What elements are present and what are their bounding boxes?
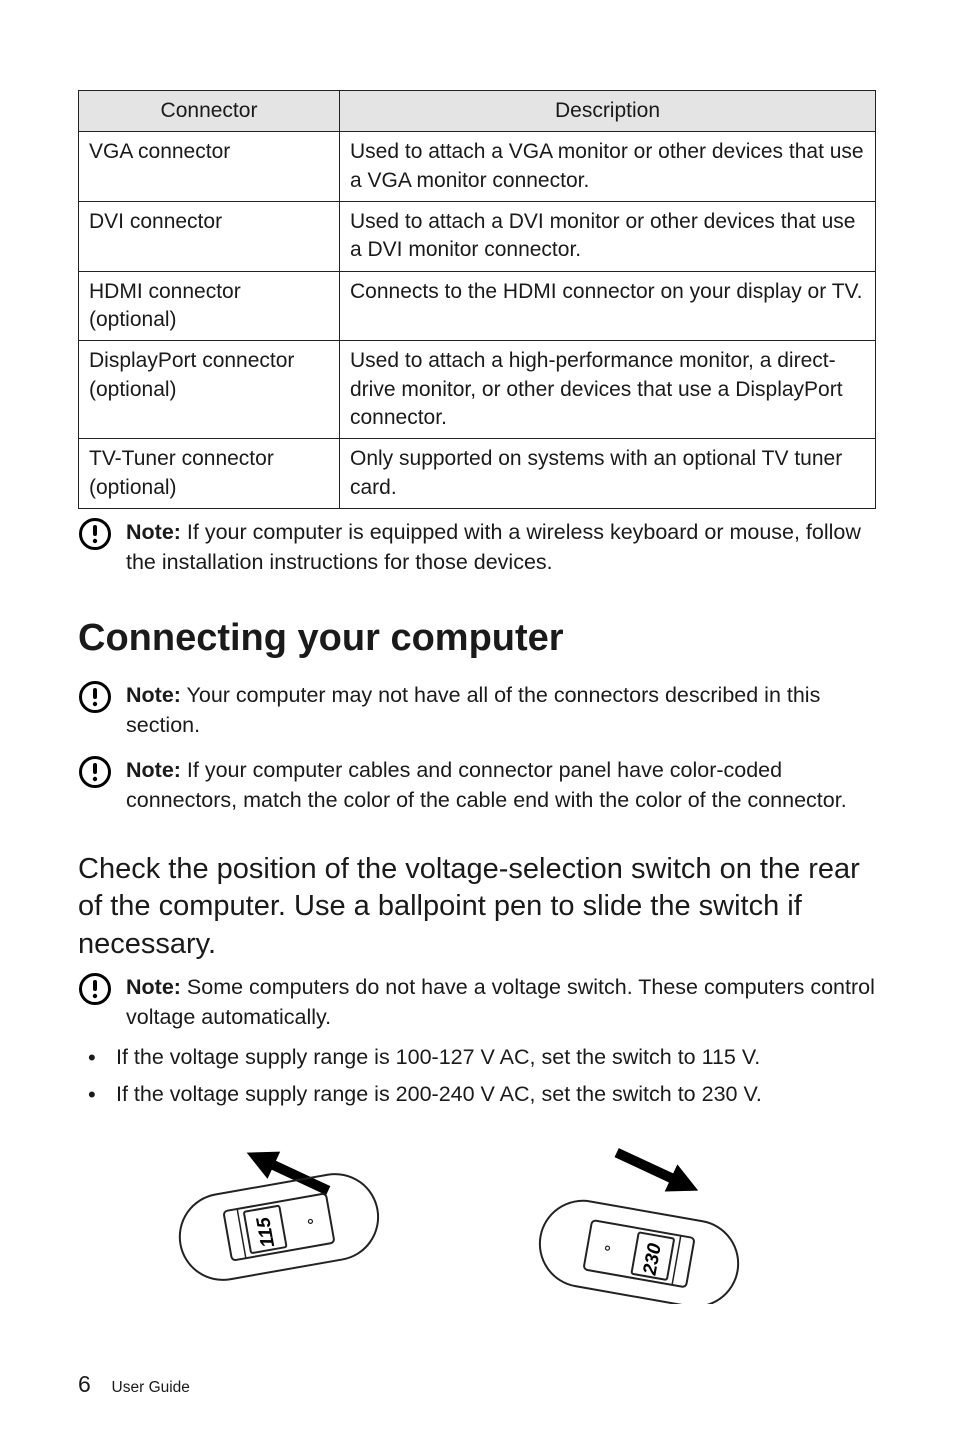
table-row: VGA connector Used to attach a VGA monit… [79, 132, 876, 202]
list-item: If the voltage supply range is 100-127 V… [78, 1042, 876, 1073]
note-text: Your computer may not have all of the co… [126, 683, 820, 737]
note-label: Note: [126, 975, 181, 999]
list-item: If the voltage supply range is 200-240 V… [78, 1079, 876, 1110]
attention-icon [78, 517, 112, 551]
table-row: DisplayPort connector (optional) Used to… [79, 341, 876, 439]
note-text: If your computer cables and connector pa… [126, 758, 847, 812]
voltage-switch-diagram-230: 230 [528, 1134, 798, 1304]
note: Note: Some computers do not have a volta… [78, 972, 876, 1032]
attention-icon [78, 680, 112, 714]
note-text: Some computers do not have a voltage swi… [126, 975, 875, 1029]
th-description: Description [340, 91, 876, 132]
voltage-switch-diagram-115: 115 [138, 1134, 408, 1304]
note-text: If your computer is equipped with a wire… [126, 520, 861, 574]
table-row: HDMI connector (optional) Connects to th… [79, 271, 876, 341]
attention-icon [78, 755, 112, 789]
connector-table: Connector Description VGA connector Used… [78, 90, 876, 509]
heading-connecting: Connecting your computer [78, 617, 876, 660]
footer-text: User Guide [112, 1379, 190, 1396]
note: Note: Your computer may not have all of … [78, 680, 876, 740]
page-number: 6 [78, 1371, 91, 1397]
attention-icon [78, 972, 112, 1006]
note-label: Note: [126, 683, 181, 707]
heading-voltage-switch: Check the position of the voltage-select… [78, 851, 876, 964]
table-row: TV-Tuner connector (optional) Only suppo… [79, 439, 876, 509]
svg-text:115: 115 [253, 1215, 279, 1249]
note-label: Note: [126, 758, 181, 782]
page-footer: 6 User Guide [78, 1371, 190, 1398]
note: Note: If your computer cables and connec… [78, 755, 876, 815]
note: Note: If your computer is equipped with … [78, 517, 876, 577]
table-row: DVI connector Used to attach a DVI monit… [79, 202, 876, 272]
th-connector: Connector [79, 91, 340, 132]
note-label: Note: [126, 520, 181, 544]
svg-text:230: 230 [640, 1242, 666, 1278]
voltage-bullet-list: If the voltage supply range is 100-127 V… [78, 1042, 876, 1110]
